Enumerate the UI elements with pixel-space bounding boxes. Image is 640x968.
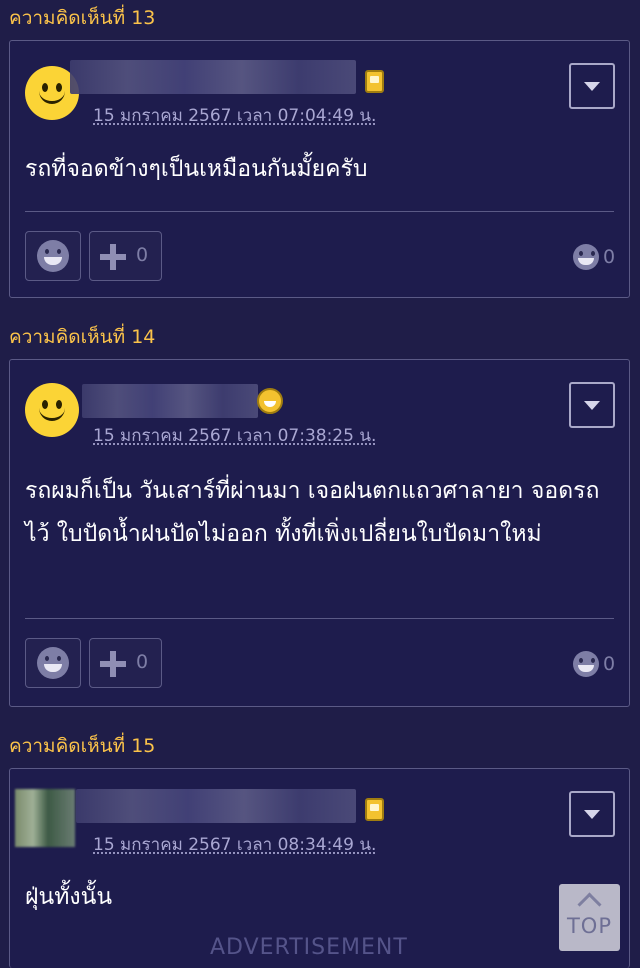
reaction-face-icon [573,244,599,270]
username-blurred[interactable] [70,60,356,94]
comment-body: รถที่จอดข้างๆเป็นเหมือนกันมั้ยครับ [25,156,368,182]
smile-face-icon [37,240,69,272]
comment-number-label: ความคิดเห็นที่ 13 [9,7,156,29]
avatar[interactable] [15,789,75,847]
top-button-label: TOP [566,914,613,938]
comment-menu-dropdown[interactable] [569,63,615,109]
reaction-face-icon [573,651,599,677]
comment-body: ฝุ่นทั้งนั้น [25,884,113,910]
comment-body: รถผมก็เป็น วันเสาร์ที่ผ่านมา เจอฝนตกแถวศ… [25,478,600,547]
mobile-badge-icon [365,70,384,93]
comment-timestamp[interactable]: 15 มกราคม 2567 เวลา 07:04:49 น. [93,102,376,129]
laughing-face-badge-icon [257,388,283,414]
username-blurred[interactable] [82,384,258,418]
plus-vote-button[interactable]: 0 [89,231,162,281]
comment-timestamp[interactable]: 15 มกราคม 2567 เวลา 07:38:25 น. [93,422,376,449]
emoji-reaction-button[interactable] [25,231,81,281]
plus-icon [100,244,126,270]
mobile-badge-icon [365,798,384,821]
comment-number-label: ความคิดเห็นที่ 15 [9,735,156,757]
emoji-reaction-button[interactable] [25,638,81,688]
comment-card: 15 มกราคม 2567 เวลา 07:38:25 น. รถผมก็เป… [9,359,630,707]
chevron-up-icon [577,892,602,917]
comment-number-label: ความคิดเห็นที่ 14 [9,326,156,348]
comment-card: 15 มกราคม 2567 เวลา 07:04:49 น. รถที่จอด… [9,40,630,298]
plus-vote-button[interactable]: 0 [89,638,162,688]
comment-timestamp[interactable]: 15 มกราคม 2567 เวลา 08:34:49 น. [93,831,376,858]
reaction-count: 0 [603,246,616,268]
scroll-to-top-button[interactable]: TOP [559,884,620,951]
advertisement-label: ADVERTISEMENT [210,935,408,960]
comment-menu-dropdown[interactable] [569,791,615,837]
divider [25,211,614,212]
plus-count: 0 [136,244,149,266]
plus-icon [100,651,126,677]
smile-face-icon [37,647,69,679]
avatar[interactable] [25,383,79,437]
comment-menu-dropdown[interactable] [569,382,615,428]
plus-count: 0 [136,651,149,673]
reaction-count: 0 [603,653,616,675]
username-blurred[interactable] [76,789,356,823]
divider [25,618,614,619]
